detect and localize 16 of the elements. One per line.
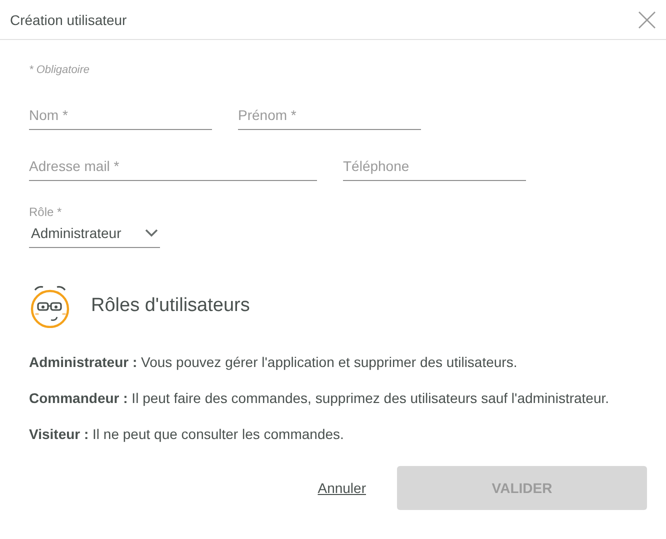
role-description: Commandeur : Il peut faire des commandes, supprimez des utilisateurs sauf l'administrateur. [29, 390, 610, 406]
section-heading: Rôles d'utilisateurs [91, 295, 250, 317]
input-field[interactable]: Adresse mail * [29, 158, 317, 181]
role-description: Administrateur : Vous pouvez gérer l'application et supprimer des utilisateurs. [29, 354, 518, 370]
required-note: * Obligatoire [29, 64, 90, 76]
field-label: Rôle * [29, 205, 62, 219]
close-icon[interactable] [638, 10, 656, 28]
chevron-down-icon [145, 229, 158, 237]
window-title: Création utilisateur [10, 12, 127, 28]
input-field[interactable]: Téléphone [343, 158, 526, 181]
input-field[interactable]: Nom * [29, 107, 212, 130]
role-description: Visiteur : Il ne peut que consulter les commandes. [29, 426, 345, 442]
cancel-link[interactable]: Annuler [318, 480, 366, 496]
role-dropdown[interactable]: Administrateur [29, 221, 160, 248]
glasses-face-icon [29, 284, 72, 328]
input-field[interactable]: Prénom * [238, 107, 421, 130]
